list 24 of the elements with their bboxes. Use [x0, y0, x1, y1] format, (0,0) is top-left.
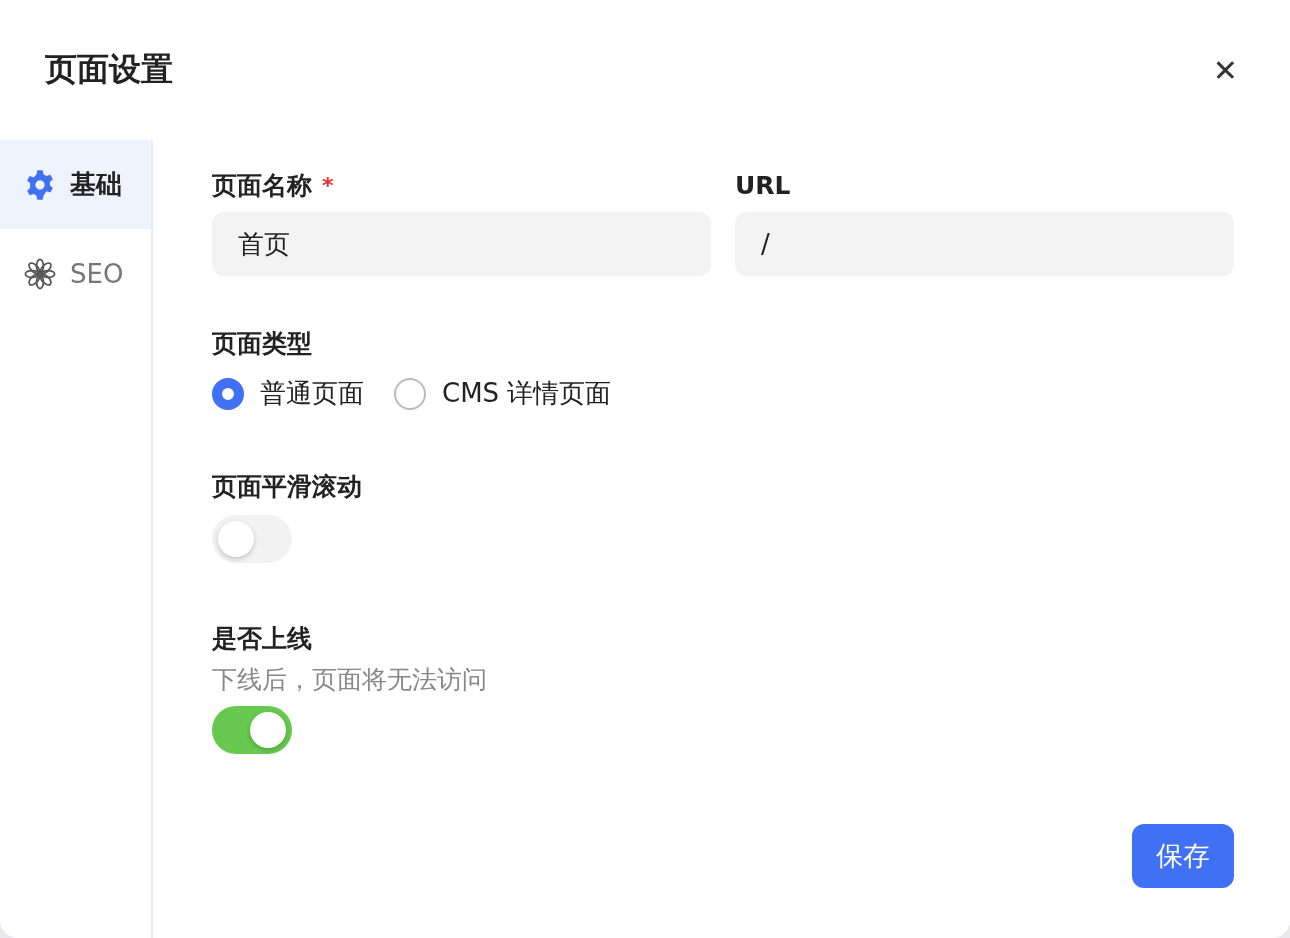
toggle-switch[interactable] [212, 706, 292, 754]
field-label: 是否上线 [212, 622, 312, 655]
field-label: 页面类型 [212, 327, 312, 360]
radio-icon[interactable] [394, 377, 426, 410]
required-mark: * [322, 172, 334, 198]
radio-option[interactable]: 普通页面 [212, 376, 364, 411]
sidebar-tab[interactable]: SEO [0, 229, 151, 318]
input-field[interactable]: 首页 [212, 212, 711, 276]
field-label: URL [735, 170, 791, 200]
field-label: 页面名称 [212, 169, 312, 202]
option-label: 普通页面 [260, 377, 364, 410]
hint-text: 下线后，页面将无法访问 [212, 664, 488, 696]
dialog-title: 页面设置 [45, 49, 173, 90]
close-button[interactable]: ✕ [1212, 52, 1238, 88]
option-label: CMS 详情页面 [442, 377, 612, 410]
flower-icon [24, 257, 56, 290]
settings-icon [24, 168, 56, 201]
input-field[interactable]: / [735, 212, 1234, 276]
radio-icon[interactable] [212, 377, 244, 410]
field-label: 页面平滑滚动 [212, 470, 362, 503]
sidebar-tab[interactable]: 基础 [0, 140, 151, 229]
toggle-switch[interactable] [212, 515, 292, 563]
radio-option[interactable]: CMS 详情页面 [394, 376, 612, 411]
save-button[interactable]: 保存 [1132, 824, 1234, 888]
